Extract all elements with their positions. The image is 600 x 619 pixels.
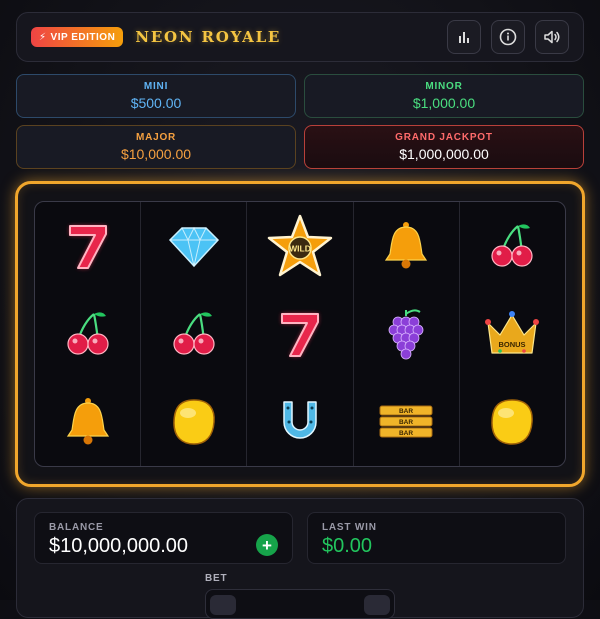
bet-increase-button[interactable] [364, 595, 390, 615]
reel-5: BONUS [460, 202, 565, 466]
vip-badge: ⚡ VIP EDITION [31, 27, 124, 47]
bar-text: BAR [399, 408, 413, 415]
last-win-box: LAST WIN $0.00 [307, 512, 566, 564]
reel-2 [141, 202, 248, 466]
symbol-cherry-pair-icon [35, 290, 140, 378]
balance-value: $10,000,000.00 [49, 535, 189, 557]
symbol-bell-icon [35, 378, 140, 466]
info-button[interactable] [491, 20, 525, 54]
jackpot-minor-value: $1,000.00 [412, 95, 476, 111]
info-icon [499, 28, 517, 46]
symbol-diamond-icon [141, 202, 246, 290]
lightning-icon: ⚡ [39, 31, 47, 43]
jackpot-grand-label: GRAND JACKPOT [395, 132, 493, 143]
bet-label: BET [205, 573, 228, 584]
bonus-text: BONUS [499, 340, 526, 349]
bet-decrease-button[interactable] [210, 595, 236, 615]
jackpot-major-value: $10,000.00 [120, 146, 192, 162]
jackpot-major: MAJOR $10,000.00 [16, 125, 296, 169]
symbol-bonus-crown-icon: BONUS [460, 290, 565, 378]
game-title: NEON ROYALE [135, 28, 282, 46]
wild-text: WILD [289, 244, 311, 254]
symbol-grapes-icon [354, 290, 459, 378]
last-win-value: $0.00 [322, 535, 373, 557]
last-win-label: LAST WIN [322, 522, 377, 533]
symbol-cherry-pair-icon [460, 202, 565, 290]
reel-4: BAR BAR BAR [354, 202, 460, 466]
symbol-seven-icon [35, 202, 140, 290]
add-funds-button[interactable]: + [256, 534, 278, 556]
jackpot-mini-value: $500.00 [130, 95, 182, 111]
top-bar: ⚡ VIP EDITION NEON ROYALE [16, 12, 584, 62]
balance-box: BALANCE $10,000,000.00 + [34, 512, 293, 564]
symbol-gold-coin-icon [460, 378, 565, 466]
jackpot-mini-label: MINI [143, 81, 169, 92]
sound-button[interactable] [535, 20, 569, 54]
reel-1 [35, 202, 142, 466]
bar-text: BAR [399, 430, 413, 437]
reel-grid: WILD BAR BAR BAR BONUS [34, 201, 566, 467]
plus-icon: + [262, 535, 272, 555]
balance-label: BALANCE [49, 522, 104, 533]
symbol-bell-icon [354, 202, 459, 290]
symbol-cherry-pair-icon [141, 290, 246, 378]
speaker-icon [544, 30, 560, 44]
symbol-horseshoe-icon [247, 378, 352, 466]
bar-chart-icon [459, 32, 469, 43]
jackpot-major-label: MAJOR [135, 132, 177, 143]
jackpot-grand: GRAND JACKPOT $1,000,000.00 [304, 125, 584, 169]
bet-selector[interactable] [205, 589, 395, 619]
jackpot-grand-value: $1,000,000.00 [399, 146, 489, 162]
symbol-triple-bar-icon: BAR BAR BAR [354, 378, 459, 466]
jackpot-minor: MINOR $1,000.00 [304, 74, 584, 118]
bar-text: BAR [399, 419, 413, 426]
jackpot-mini: MINI $500.00 [16, 74, 296, 118]
stats-button[interactable] [447, 20, 481, 54]
vip-badge-label: VIP EDITION [50, 31, 116, 43]
reel-3: WILD [247, 202, 354, 466]
jackpot-minor-label: MINOR [425, 81, 463, 92]
symbol-gold-coin-icon [141, 378, 246, 466]
symbol-seven-icon [247, 290, 352, 378]
symbol-wild-star-icon: WILD [247, 202, 352, 290]
